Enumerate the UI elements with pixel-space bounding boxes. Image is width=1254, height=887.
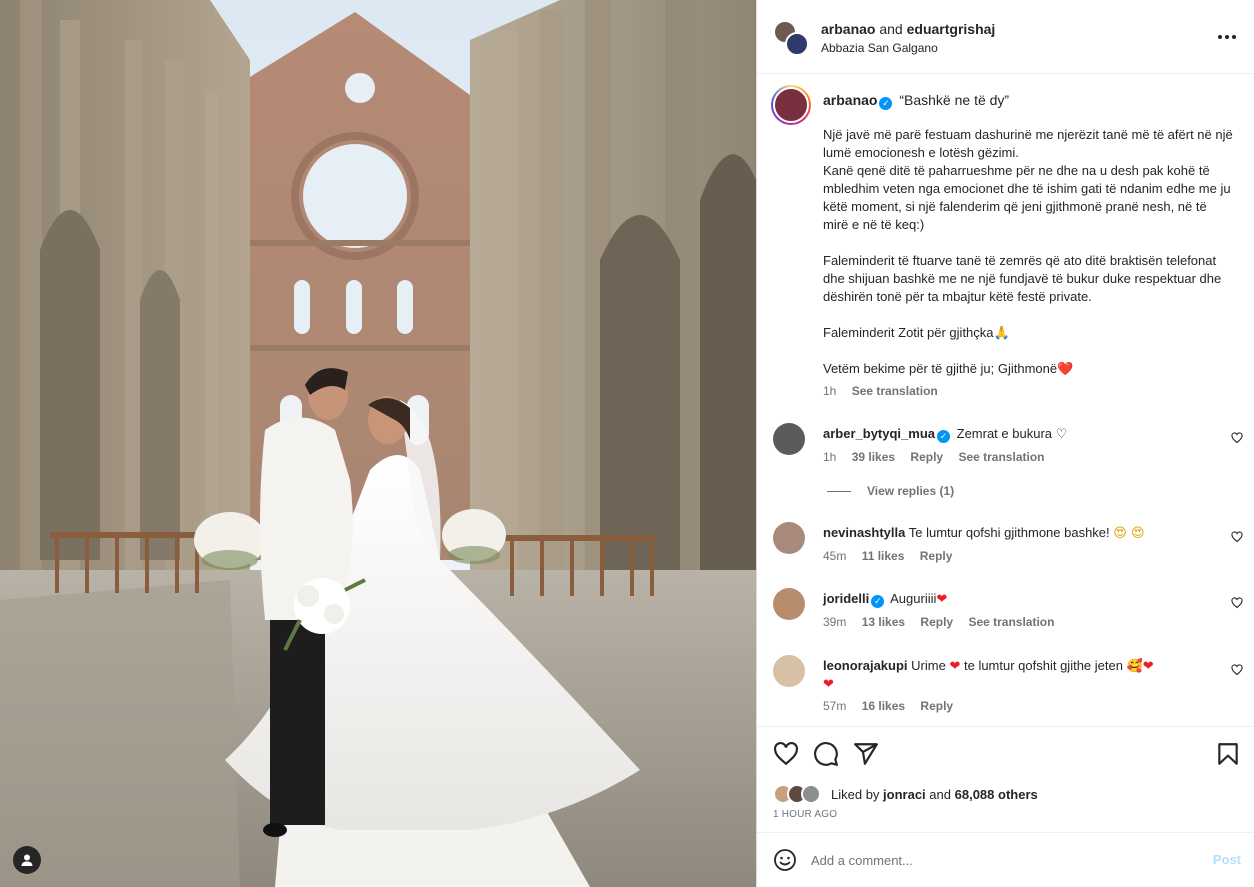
verified-badge-icon: ✓ — [937, 430, 950, 443]
verified-badge-icon: ✓ — [879, 97, 893, 110]
smiling-hearts-emoji: 🥰 — [1126, 659, 1143, 674]
post-timestamp[interactable]: 1 HOUR AGO — [773, 809, 837, 820]
comment-username[interactable]: leonorajakupi — [823, 658, 908, 673]
post-actions: Liked by jonraci and 68,088 others 1 HOU… — [757, 726, 1254, 832]
avatar — [785, 32, 809, 56]
liked-by-text: Liked by jonraci and 68,088 others — [831, 787, 1038, 802]
more-horizontal-icon — [1218, 35, 1222, 39]
comment-text: nevinashtylla Te lumtur qofshi gjithmone… — [823, 525, 1145, 541]
post-photo[interactable] — [0, 0, 756, 887]
comment-like-heart-icon[interactable] — [1231, 432, 1243, 444]
see-translation-link[interactable]: See translation — [968, 615, 1054, 629]
liked-by-user-link[interactable]: jonraci — [883, 787, 926, 802]
comment-like-heart-icon[interactable] — [1231, 531, 1243, 543]
bookmark-icon[interactable] — [1215, 741, 1241, 767]
caption-username[interactable]: arbanao — [823, 92, 877, 108]
view-replies-button[interactable]: View replies (1) — [827, 484, 954, 498]
avatar[interactable] — [773, 655, 805, 687]
collab-avatars[interactable] — [773, 20, 809, 56]
caption-avatar[interactable] — [771, 85, 811, 125]
post-comment-button[interactable]: Post — [1213, 852, 1241, 867]
likes-count-link[interactable]: 68,088 others — [955, 787, 1038, 802]
reply-button[interactable]: Reply — [910, 450, 943, 464]
share-icon[interactable] — [853, 741, 879, 767]
avatar[interactable] — [773, 423, 805, 455]
emoji-picker-icon[interactable] — [773, 848, 797, 872]
reply-button[interactable]: Reply — [920, 549, 953, 563]
author-link-2[interactable]: eduartgrishaj — [907, 21, 996, 37]
red-heart-emoji: ❤ — [936, 592, 948, 607]
location-link[interactable]: Abbazia San Galgano — [821, 41, 938, 55]
comment-like-heart-icon[interactable] — [1231, 597, 1243, 609]
red-heart-emoji: ❤ — [1142, 659, 1154, 674]
comment-meta: 39m 13 likes Reply See translation — [823, 615, 1055, 629]
comment-input[interactable] — [811, 847, 1191, 873]
comments-scroll-area[interactable]: arbanao ✓ “Bashkë ne të dy” Një javë më p… — [757, 75, 1254, 726]
wedding-photo-illustration — [0, 0, 756, 887]
comment-like-heart-icon[interactable] — [1231, 664, 1243, 676]
author-link-1[interactable]: arbanao — [821, 21, 875, 37]
tagged-users-button[interactable] — [13, 846, 41, 874]
comment-meta: 45m 11 likes Reply — [823, 549, 953, 563]
comment-meta: 1h 39 likes Reply See translation — [823, 450, 1045, 464]
caption-meta: 1h See translation — [823, 384, 938, 398]
more-options-button[interactable] — [1215, 28, 1239, 46]
user-icon — [21, 854, 33, 866]
reply-button[interactable]: Reply — [920, 699, 953, 713]
heart-icon[interactable] — [773, 741, 799, 767]
likes-count[interactable]: 11 likes — [862, 549, 905, 563]
red-heart-emoji: ❤ — [949, 659, 961, 674]
post-authors: arbanao and eduartgrishaj — [821, 21, 995, 37]
heart-eyes-emoji: 😍 😍 — [1113, 526, 1145, 541]
comment-meta: 57m 16 likes Reply — [823, 699, 954, 713]
comment-text: leonorajakupi Urime ❤ te lumtur qofshit … — [823, 658, 1154, 692]
red-heart-emoji: ❤ — [823, 677, 834, 692]
comment-username[interactable]: nevinashtylla — [823, 525, 905, 540]
likes-count[interactable]: 13 likes — [862, 615, 905, 629]
caption-first-line: arbanao ✓ “Bashkë ne të dy” — [823, 92, 1009, 110]
avatar[interactable] — [773, 588, 805, 620]
comment-username[interactable]: joridelli — [823, 591, 869, 606]
post-header: arbanao and eduartgrishaj Abbazia San Ga… — [757, 0, 1254, 74]
see-translation-link[interactable]: See translation — [852, 384, 938, 398]
verified-badge-icon: ✓ — [871, 595, 885, 608]
liked-by-avatars — [773, 784, 825, 804]
avatar[interactable] — [773, 522, 805, 554]
comment-text: joridelli ✓ Auguriiii❤ — [823, 591, 948, 608]
add-comment-bar: Post — [757, 832, 1254, 887]
white-heart-emoji: ♡ — [1055, 427, 1068, 442]
comment-icon[interactable] — [813, 741, 839, 767]
comment-username[interactable]: arber_bytyqi_mua — [823, 426, 935, 441]
caption-title: “Bashkë ne të dy” — [899, 92, 1010, 108]
avatar — [801, 784, 821, 804]
see-translation-link[interactable]: See translation — [958, 450, 1044, 464]
reply-button[interactable]: Reply — [920, 615, 953, 629]
and-text: and — [879, 21, 903, 37]
caption-time[interactable]: 1h — [823, 384, 836, 398]
likes-count[interactable]: 39 likes — [852, 450, 895, 464]
likes-count[interactable]: 16 likes — [862, 699, 905, 713]
post-details-panel: arbanao and eduartgrishaj Abbazia San Ga… — [756, 0, 1254, 887]
caption-body: Një javë më parë festuam dashurinë me nj… — [823, 127, 1233, 376]
comment-text: arber_bytyqi_mua ✓ Zemrat e bukura ♡ — [823, 426, 1068, 443]
